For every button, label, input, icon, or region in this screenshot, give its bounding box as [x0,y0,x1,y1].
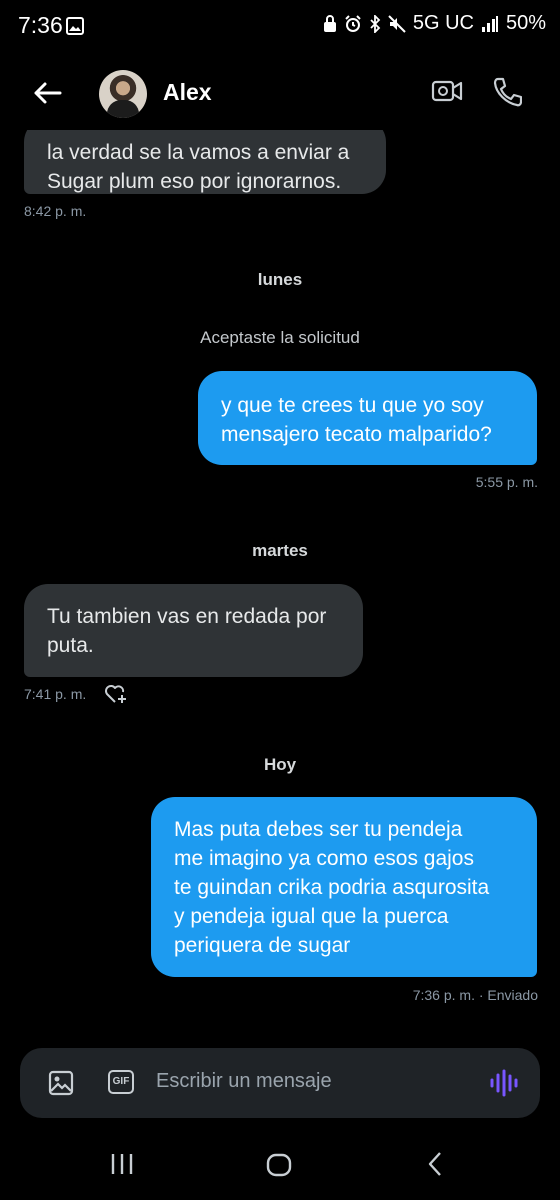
message-thread[interactable]: la verdad se la vamos a enviar a Sugar p… [0,0,560,1200]
image-attach-icon[interactable] [48,1070,74,1096]
message-line: y pendeja igual que la puerca [174,905,449,928]
message-line: mensajero tecato malparido? [221,423,492,446]
message-timestamp: 7:36 p. m. · Enviado [412,987,538,1003]
video-call-icon[interactable] [431,77,463,105]
message-line: periquera de sugar [174,934,351,957]
message-line: la verdad se la vamos a enviar a [47,141,350,164]
message-bubble-outgoing[interactable]: Mas puta debes ser tu pendeja me imagino… [151,797,537,977]
recent-apps-icon[interactable] [110,1153,134,1175]
message-line: me imagino ya como esos gajos [174,847,474,870]
phone-call-icon[interactable] [492,76,522,108]
contact-name[interactable]: Alex [163,79,212,106]
message-timestamp: 8:42 p. m. [24,203,87,219]
message-composer: GIF Escribir un mensaje [20,1048,540,1118]
add-reaction-icon[interactable] [104,683,128,705]
message-line: Mas puta debes ser tu pendeja [174,818,463,841]
gif-button[interactable]: GIF [108,1070,134,1094]
date-separator: Hoy [263,755,297,774]
message-line: puta. [47,634,94,657]
message-timestamp: 7:41 p. m. [24,686,87,702]
conversation-header: Alex [0,54,560,130]
avatar[interactable] [99,70,147,118]
message-input[interactable]: Escribir un mensaje [156,1070,332,1093]
home-icon[interactable] [266,1153,292,1177]
message-line: Tu tambien vas en redada por [47,605,327,628]
message-bubble-incoming[interactable]: Tu tambien vas en redada por puta. [24,584,363,677]
system-navigation-bar [0,1128,560,1200]
voice-message-icon[interactable] [490,1068,518,1098]
date-separator: lunes [257,270,303,289]
message-timestamp: 5:55 p. m. [475,474,538,490]
nav-back-icon[interactable] [426,1151,444,1177]
back-arrow-icon[interactable] [30,76,64,110]
date-separator: martes [252,541,308,560]
message-line: y que te crees tu que yo soy [221,394,484,417]
message-line: Sugar plum eso por ignorarnos. [47,170,342,193]
message-line: te guindan crika podria asqurosita [174,876,490,899]
system-message: Aceptaste la solicitud [200,328,360,347]
message-bubble-outgoing[interactable]: y que te crees tu que yo soy mensajero t… [198,371,537,465]
